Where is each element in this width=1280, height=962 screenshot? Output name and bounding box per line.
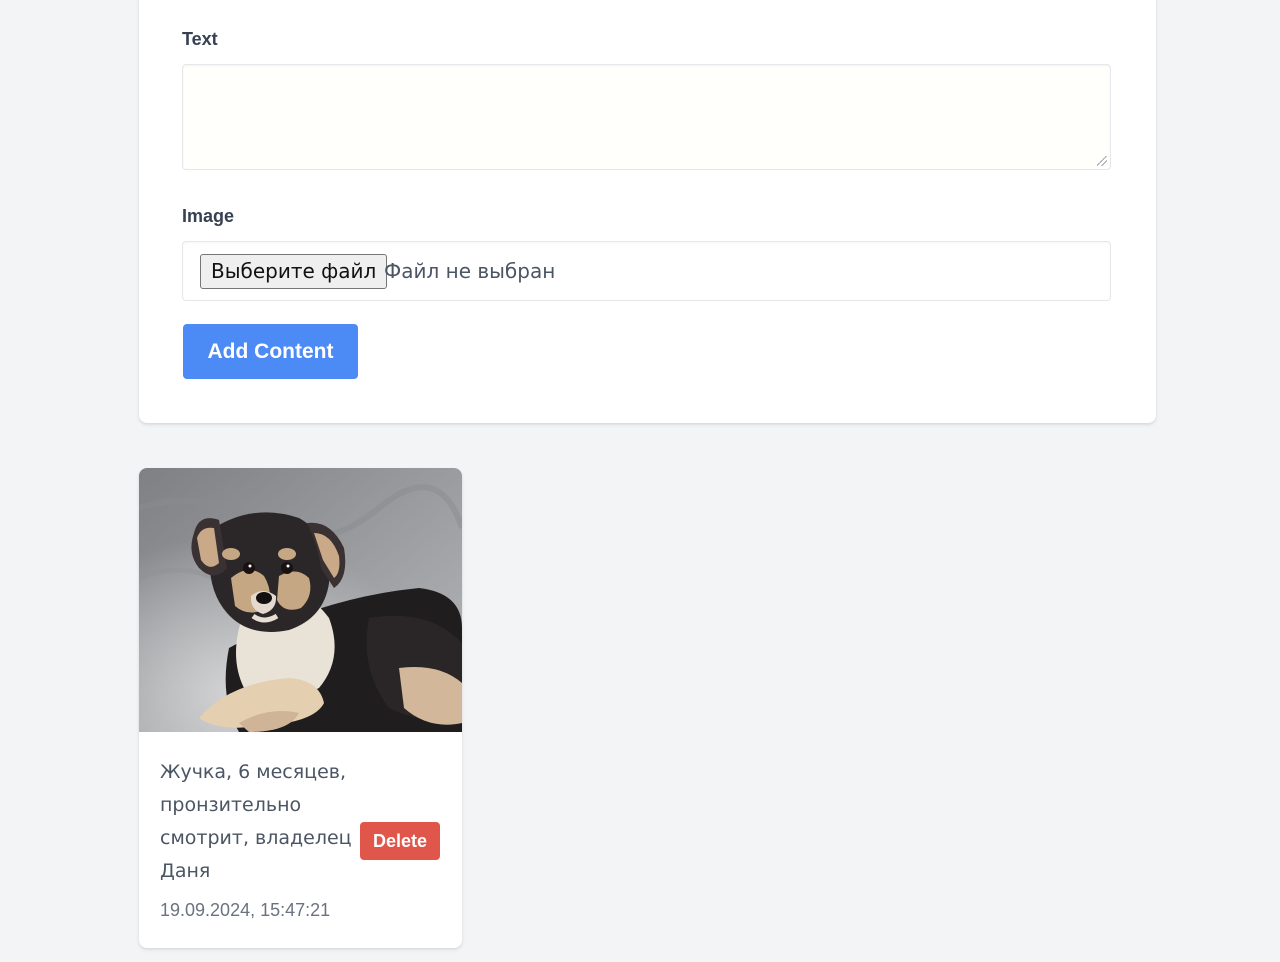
text-field-label: Text xyxy=(182,29,218,49)
choose-file-button[interactable]: Выберите файл xyxy=(200,254,388,289)
puppy-photo xyxy=(139,468,462,732)
file-status-text: Файл не выбран xyxy=(384,259,556,283)
add-content-button[interactable]: Add Content xyxy=(183,324,358,379)
content-card: Жучка, 6 месяцев, пронзительно смотрит, … xyxy=(139,468,462,948)
post-timestamp: 19.09.2024, 15:47:21 xyxy=(160,900,331,920)
image-field-label: Image xyxy=(182,206,235,226)
delete-button[interactable]: Delete xyxy=(360,822,440,860)
add-content-form: Text Image Выберите файл Файл не выбран … xyxy=(139,0,1156,423)
post-text: Жучка, 6 месяцев, пронзительно смотрит, … xyxy=(160,761,352,882)
image-file-input[interactable]: Выберите файл Файл не выбран xyxy=(182,241,1111,301)
resize-handle-icon[interactable] xyxy=(1097,156,1107,166)
text-textarea[interactable] xyxy=(182,64,1111,170)
